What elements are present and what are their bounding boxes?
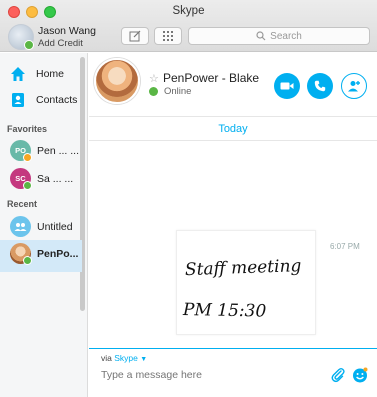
contact-status: Online bbox=[164, 86, 192, 97]
sidebar-item-home[interactable]: Home bbox=[0, 61, 80, 87]
title-bar: Skype Jason Wang Add Credit Search bbox=[0, 0, 377, 52]
group-avatar-icon bbox=[10, 216, 31, 237]
via-label: via bbox=[101, 353, 112, 363]
recent-heading: Recent bbox=[7, 199, 38, 209]
sidebar-item-label: Home bbox=[36, 68, 65, 80]
handwriting-line: PM 15:30 bbox=[182, 300, 267, 321]
search-input[interactable]: Search bbox=[188, 27, 370, 45]
sidebar: Home Contacts Favorites PO Pen ... ... S… bbox=[0, 53, 88, 397]
contact-name: Pen ... ... bbox=[37, 145, 80, 157]
sidebar-item-label: Contacts bbox=[36, 94, 78, 106]
conversation-header: ☆ PenPower - Blake Online bbox=[89, 53, 377, 117]
contact-name[interactable]: PenPower - Blake bbox=[163, 71, 259, 85]
star-icon[interactable]: ☆ bbox=[149, 72, 159, 85]
online-status-icon bbox=[23, 256, 32, 265]
search-icon bbox=[256, 31, 266, 41]
via-selector[interactable]: via Skype ▼ bbox=[101, 353, 147, 363]
favorites-heading: Favorites bbox=[7, 124, 48, 134]
date-divider: Today bbox=[218, 123, 248, 135]
contact-name: PenPo... bbox=[37, 248, 79, 260]
emoticon-icon[interactable] bbox=[352, 367, 368, 383]
recent-conversation[interactable]: Untitled bbox=[0, 213, 82, 243]
add-credit-link[interactable]: Add Credit bbox=[38, 38, 83, 49]
search-placeholder: Search bbox=[270, 30, 302, 42]
handwriting-image-message[interactable]: Staff meeting PM 15:30 bbox=[176, 230, 316, 335]
add-person-icon bbox=[348, 81, 360, 92]
app-title: Skype bbox=[172, 5, 205, 17]
sidebar-item-contacts[interactable]: Contacts bbox=[0, 87, 80, 113]
handwriting-line: Staff meeting bbox=[185, 256, 302, 280]
online-status-icon bbox=[23, 181, 32, 190]
audio-call-button[interactable] bbox=[307, 73, 333, 99]
contact-name: Sa ... ... bbox=[37, 173, 74, 185]
favorite-contact[interactable]: SC Sa ... ... bbox=[0, 165, 82, 195]
recent-conversation-selected[interactable]: PenPo... bbox=[0, 240, 82, 272]
divider bbox=[89, 140, 377, 141]
new-conversation-button[interactable] bbox=[121, 27, 149, 45]
message-composer: via Skype ▼ bbox=[89, 348, 377, 397]
paperclip-icon[interactable] bbox=[330, 367, 346, 383]
phone-icon bbox=[314, 80, 326, 92]
message-timestamp: 6:07 PM bbox=[330, 242, 360, 251]
away-status-icon bbox=[23, 153, 32, 162]
my-status-icon bbox=[24, 40, 34, 50]
contact-avatar[interactable] bbox=[94, 58, 140, 104]
contacts-icon bbox=[12, 93, 24, 107]
chevron-down-icon: ▼ bbox=[140, 356, 148, 363]
handwriting-image: Staff meeting PM 15:30 bbox=[182, 256, 302, 321]
home-icon bbox=[11, 67, 25, 81]
contact-name: Untitled bbox=[37, 221, 73, 233]
favorite-contact[interactable]: PO Pen ... ... bbox=[0, 137, 82, 167]
video-camera-icon bbox=[280, 82, 294, 90]
video-call-button[interactable] bbox=[274, 73, 300, 99]
compose-icon bbox=[129, 30, 141, 42]
via-service: Skype bbox=[114, 353, 138, 363]
dial-pad-button[interactable] bbox=[154, 27, 182, 45]
add-people-button[interactable] bbox=[341, 73, 367, 99]
message-input[interactable] bbox=[101, 369, 321, 381]
dialpad-icon bbox=[163, 31, 173, 41]
message-list[interactable]: Today Staff meeting PM 15:30 6:07 PM bbox=[89, 118, 377, 360]
online-status-icon bbox=[149, 87, 158, 96]
profile-name[interactable]: Jason Wang bbox=[38, 25, 96, 37]
